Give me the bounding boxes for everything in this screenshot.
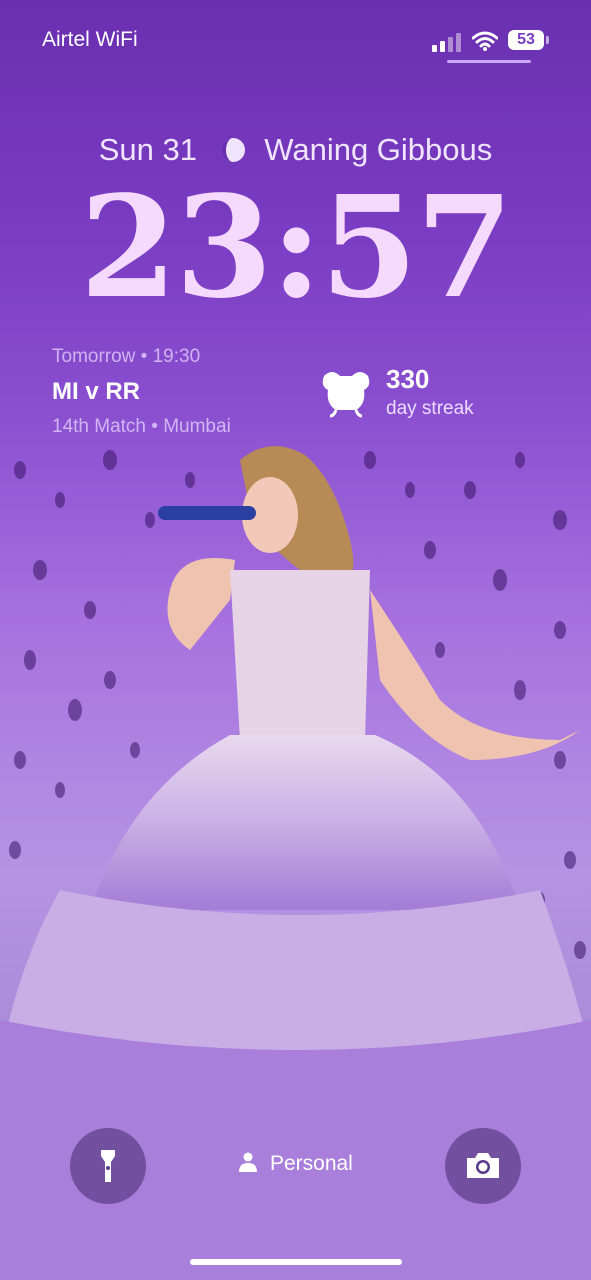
home-indicator[interactable] bbox=[190, 1259, 402, 1265]
streak-label: day streak bbox=[386, 398, 474, 419]
carrier-label: Airtel WiFi bbox=[42, 28, 138, 51]
battery-icon: 53 bbox=[508, 30, 550, 50]
battery-tip bbox=[546, 36, 549, 44]
match-venue: 14th Match • Mumbai bbox=[52, 416, 231, 437]
moon-icon bbox=[220, 138, 245, 162]
date-row[interactable]: Sun 31 Waning Gibbous bbox=[0, 132, 591, 168]
lock-screen: Airtel WiFi 53 Sun 31 Waning Gibbous 23:… bbox=[0, 0, 591, 1280]
streak-count: 330 bbox=[386, 364, 430, 394]
camera-icon bbox=[467, 1153, 499, 1178]
match-title: MI v RR bbox=[52, 378, 141, 405]
streak-mascot-icon bbox=[322, 372, 370, 418]
date-label: Sun 31 bbox=[98, 132, 197, 167]
clock-time[interactable]: 23:57 bbox=[0, 178, 591, 318]
streak-widget[interactable]: 330 day streak bbox=[318, 364, 518, 424]
match-time: Tomorrow • 19:30 bbox=[52, 346, 201, 367]
match-widget[interactable]: Tomorrow • 19:30 MI v RR 14th Match • Mu… bbox=[52, 346, 231, 438]
wifi-icon bbox=[472, 31, 498, 51]
moon-phase-label: Waning Gibbous bbox=[264, 132, 493, 167]
focus-label: Personal bbox=[269, 1152, 353, 1175]
camera-button[interactable] bbox=[445, 1128, 521, 1204]
status-bar: Airtel WiFi 53 bbox=[0, 28, 591, 63]
status-indicator-line bbox=[447, 60, 531, 63]
signal-icon bbox=[432, 33, 461, 52]
person-icon bbox=[239, 1152, 258, 1172]
battery-level: 53 bbox=[508, 30, 544, 50]
